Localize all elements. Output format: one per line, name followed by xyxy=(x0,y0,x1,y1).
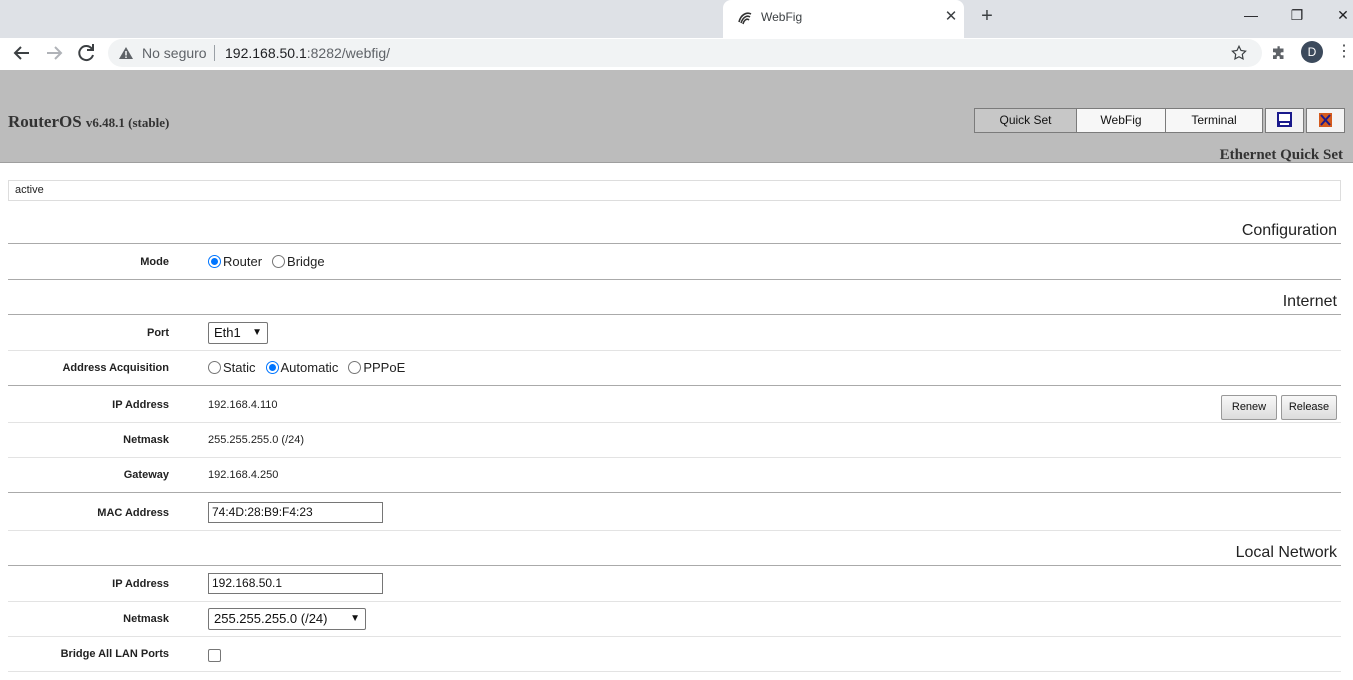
warning-triangle-icon[interactable] xyxy=(118,46,134,60)
section-title: Configuration xyxy=(1241,222,1337,239)
bridge-lan-row: Bridge All LAN Ports xyxy=(8,637,1341,672)
section-title: Internet xyxy=(1282,293,1337,310)
mikrotik-favicon-icon xyxy=(738,12,752,25)
lan-ip-input[interactable]: 192.168.50.1 xyxy=(208,573,383,594)
wan-netmask-value: 255.255.255.0 (/24) xyxy=(208,434,305,446)
tab-title: WebFig xyxy=(761,10,803,24)
bridge-lan-checkbox[interactable] xyxy=(208,649,221,662)
minimize-window-icon[interactable]: — xyxy=(1236,4,1266,26)
profile-avatar[interactable]: D xyxy=(1301,41,1323,63)
gateway-row: Gateway 192.168.4.250 xyxy=(8,458,1341,493)
wan-ip-row: IP Address 192.168.4.110 Renew Release xyxy=(8,388,1341,423)
security-status-text[interactable]: No seguro xyxy=(142,45,207,61)
port-select-value: Eth1 xyxy=(214,325,241,340)
wan-netmask-row: Netmask 255.255.255.0 (/24) xyxy=(8,423,1341,458)
chevron-down-icon: ▼ xyxy=(350,613,360,624)
close-window-icon[interactable]: ✕ xyxy=(1328,4,1353,26)
acq-pppoe-radio[interactable] xyxy=(348,361,362,374)
url-text[interactable]: 192.168.50.1:8282/webfig/ xyxy=(225,45,390,61)
lan-ip-label: IP Address xyxy=(112,578,169,590)
lan-ip-row: IP Address 192.168.50.1 xyxy=(8,567,1341,602)
address-bar[interactable]: No seguro 192.168.50.1:8282/webfig/ xyxy=(108,39,1262,67)
mode-label: Mode xyxy=(140,256,169,268)
restore-window-icon[interactable]: ❐ xyxy=(1282,4,1312,26)
section-local-network: Local Network xyxy=(8,532,1341,566)
extensions-puzzle-icon[interactable] xyxy=(1270,44,1288,62)
wan-ip-value: 192.168.4.110 xyxy=(208,399,278,411)
mac-address-label: MAC Address xyxy=(97,507,169,519)
lan-netmask-label: Netmask xyxy=(123,613,169,625)
mac-address-row: MAC Address 74:4D:28:B9:F4:23 xyxy=(8,496,1341,531)
url-path: :8282/webfig/ xyxy=(306,45,391,61)
mode-row: Mode Router Bridge xyxy=(8,245,1341,280)
wan-ip-label: IP Address xyxy=(112,399,169,411)
port-label: Port xyxy=(147,327,169,339)
omnibox-divider xyxy=(214,45,215,61)
product-title: RouterOS v6.48.1 (stable) xyxy=(8,112,169,132)
new-tab-icon[interactable]: + xyxy=(976,5,998,27)
browser-toolbar: No seguro 192.168.50.1:8282/webfig/ xyxy=(0,38,1353,68)
page-title: Ethernet Quick Set xyxy=(1219,147,1343,163)
mode-router-radio[interactable] xyxy=(208,255,221,268)
status-bar: active xyxy=(8,180,1341,201)
winbox-download-button[interactable] xyxy=(1265,108,1304,133)
product-version: v6.48.1 (stable) xyxy=(85,115,170,130)
chevron-down-icon: ▼ xyxy=(252,327,262,338)
bridge-lan-label: Bridge All LAN Ports xyxy=(60,648,169,660)
address-acquisition-row: Address Acquisition Static Automatic PPP… xyxy=(8,351,1341,386)
acq-static-radio[interactable] xyxy=(208,361,221,374)
port-select[interactable]: Eth1 ▼ xyxy=(208,322,268,344)
product-name: RouterOS xyxy=(8,112,82,131)
acq-automatic-radio[interactable] xyxy=(265,361,279,374)
acquisition-radio-group: Static Automatic PPPoE xyxy=(208,360,415,375)
logout-button[interactable] xyxy=(1306,108,1345,133)
browser-menu-icon[interactable]: ⋮ xyxy=(1336,42,1352,62)
release-button[interactable]: Release xyxy=(1281,395,1337,420)
mode-router-label[interactable]: Router xyxy=(223,254,262,269)
bookmark-star-icon[interactable] xyxy=(1230,44,1248,62)
browser-tab-webfig[interactable]: WebFig ✕ xyxy=(723,0,964,38)
browser-tabstrip: WebFig ✕ + — ❐ ✕ xyxy=(0,0,1353,38)
acq-pppoe-label[interactable]: PPPoE xyxy=(363,360,405,375)
section-title: Local Network xyxy=(1235,544,1337,561)
url-host: 192.168.50.1 xyxy=(225,45,307,61)
section-internet: Internet xyxy=(8,281,1341,315)
renew-button[interactable]: Renew xyxy=(1221,395,1277,420)
lan-netmask-select-value: 255.255.255.0 (/24) xyxy=(214,611,328,626)
mode-switcher: Quick Set WebFig Terminal xyxy=(974,108,1263,133)
winbox-icon xyxy=(1277,112,1292,127)
acq-static-label[interactable]: Static xyxy=(223,360,256,375)
section-configuration: Configuration xyxy=(8,210,1341,244)
gateway-label: Gateway xyxy=(123,469,169,481)
acq-automatic-label[interactable]: Automatic xyxy=(281,360,339,375)
webfig-header: RouterOS v6.48.1 (stable) Quick Set WebF… xyxy=(0,70,1353,163)
mode-bridge-radio[interactable] xyxy=(272,255,286,268)
port-row: Port Eth1 ▼ xyxy=(8,316,1341,351)
lan-netmask-row: Netmask 255.255.255.0 (/24) ▼ xyxy=(8,602,1341,637)
mode-radio-group: Router Bridge xyxy=(208,254,335,269)
webfig-tab[interactable]: WebFig xyxy=(1077,109,1166,132)
webfig-page: RouterOS v6.48.1 (stable) Quick Set WebF… xyxy=(0,68,1353,680)
reload-icon[interactable] xyxy=(74,41,98,65)
lan-netmask-select[interactable]: 255.255.255.0 (/24) ▼ xyxy=(208,608,366,630)
logout-icon xyxy=(1319,113,1332,127)
wan-netmask-label: Netmask xyxy=(123,434,169,446)
mac-address-input[interactable]: 74:4D:28:B9:F4:23 xyxy=(208,502,383,523)
quick-set-tab[interactable]: Quick Set xyxy=(975,109,1077,132)
address-acquisition-label: Address Acquisition xyxy=(62,362,169,374)
back-arrow-icon[interactable] xyxy=(10,41,34,65)
forward-arrow-icon[interactable] xyxy=(42,41,66,65)
gateway-value: 192.168.4.250 xyxy=(208,469,279,481)
terminal-tab[interactable]: Terminal xyxy=(1166,109,1262,132)
close-tab-icon[interactable]: ✕ xyxy=(941,7,961,27)
mode-bridge-label[interactable]: Bridge xyxy=(287,254,325,269)
